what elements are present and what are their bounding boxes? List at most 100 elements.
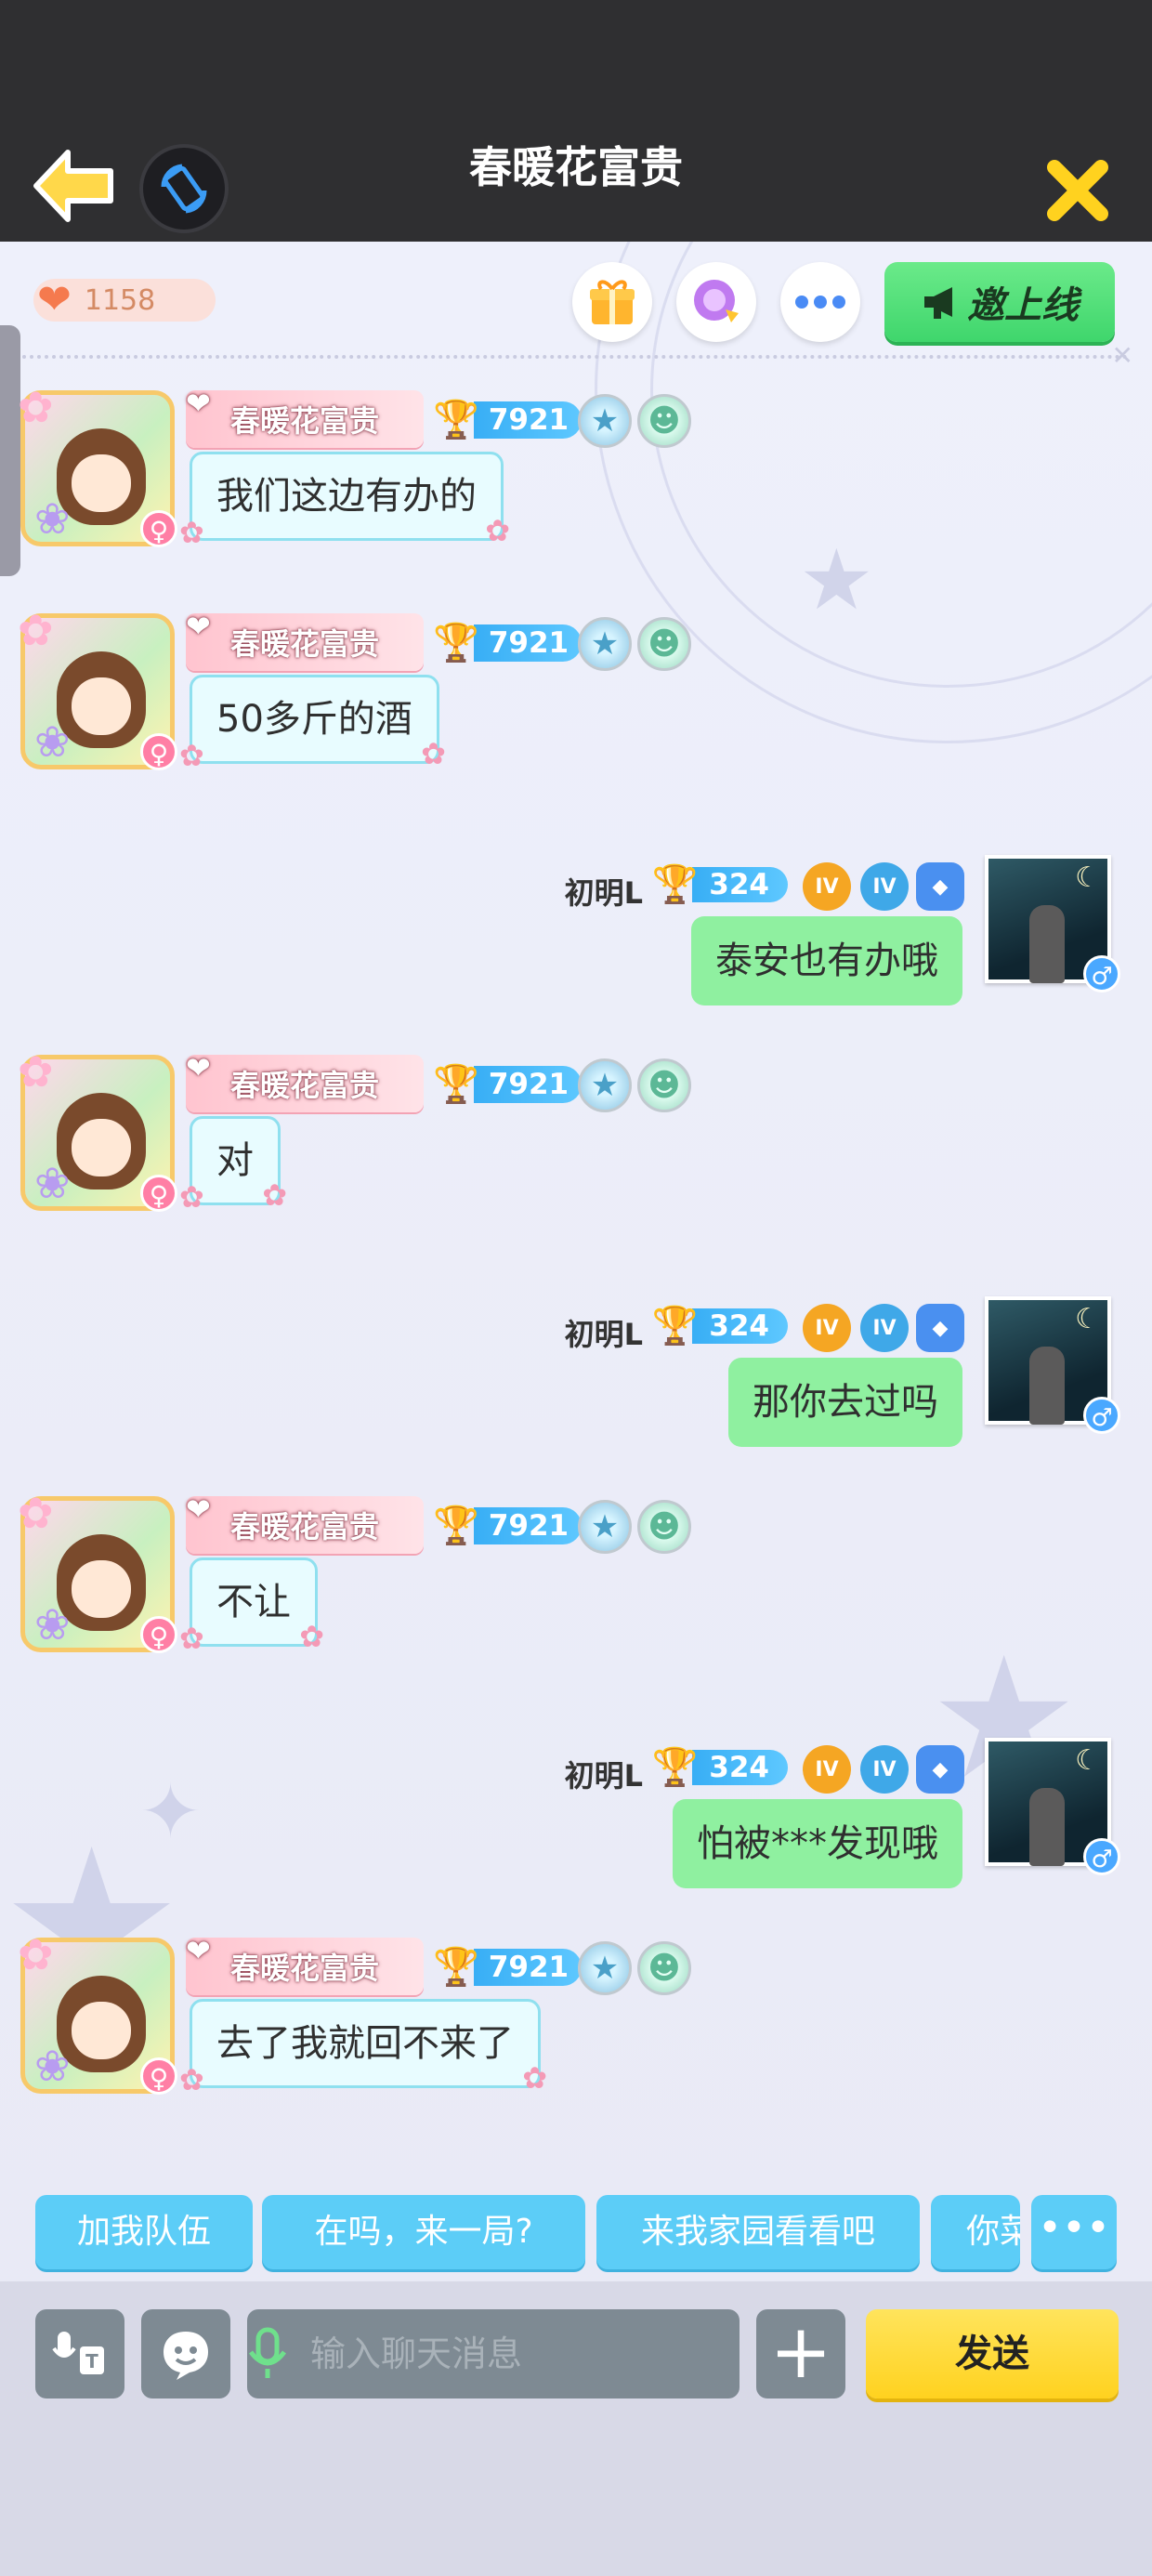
mask-medal-icon: ☻ [637, 1500, 691, 1554]
avatar[interactable]: ✿ ❀ ♀ [18, 386, 177, 547]
message-bubble[interactable]: 对 ✿ ✿ [179, 1116, 287, 1212]
plus-icon: + [769, 2308, 832, 2395]
emoji-icon [164, 2332, 208, 2380]
more-button[interactable] [780, 262, 860, 342]
chat-area[interactable]: ★ ★ ★ ✦ ❤ 1158 邀上线 ✕ ✿ ❀ ♀ ❤ 春暖花富贵 🏆 792… [0, 242, 1152, 2281]
male-icon: ♂ [1083, 1397, 1120, 1434]
hearts-counter: ❤ 1158 [33, 279, 216, 322]
moon-icon: ☾ [1075, 1744, 1100, 1777]
trophy-icon: 🏆 [651, 863, 699, 906]
heart-icon: ❤ [186, 386, 211, 421]
magic-orb-icon [694, 280, 739, 322]
level-number: 7921 [473, 1507, 583, 1544]
message-bubble[interactable]: 去了我就回不来了 ✿ ✿ [179, 1999, 547, 2095]
message-bubble[interactable]: 泰安也有办哦 [691, 916, 962, 1005]
magic-button[interactable] [676, 262, 756, 342]
heart-icon: ❤ [186, 1492, 211, 1527]
moon-icon: ☾ [1075, 861, 1100, 894]
top-bar: 春暖花富贵 [0, 0, 1152, 242]
star-medal-icon: ★ [578, 394, 632, 448]
message-bubble[interactable]: 怕被***发现哦 [673, 1799, 962, 1888]
moon-icon: ☾ [1075, 1303, 1100, 1335]
name-plate[interactable]: ❤ 春暖花富贵 [186, 1492, 424, 1554]
avatar-face [72, 677, 131, 735]
star-medal-icon: ★ [578, 1941, 632, 1995]
emoji-button[interactable] [141, 2309, 230, 2399]
message-bubble[interactable]: 那你去过吗 [728, 1358, 962, 1447]
plus-button[interactable]: + [756, 2309, 845, 2399]
side-pull-tab[interactable] [0, 325, 20, 576]
trophy-icon: 🏆 [651, 1746, 699, 1789]
level-number: 324 [692, 867, 788, 902]
flower-icon: ✿ [485, 513, 510, 548]
level-number: 7921 [473, 1066, 583, 1103]
quick-reply-chip[interactable]: 在吗，来一局? [262, 2195, 585, 2269]
avatar[interactable]: ✿ ❀ ♀ [18, 1933, 177, 2095]
close-icon[interactable]: ✕ [1112, 340, 1133, 371]
flower-icon: ✿ [421, 736, 446, 771]
mic-button[interactable] [247, 2309, 288, 2399]
message-text: 我们这边有办的 [216, 475, 477, 518]
chat-message-input[interactable] [288, 2309, 750, 2399]
send-button[interactable]: 发送 [866, 2309, 1119, 2399]
avatar-figure [1029, 1347, 1065, 1425]
avatar-face [72, 454, 131, 512]
close-button[interactable] [1041, 153, 1115, 228]
avatar[interactable]: ✿ ❀ ♀ [18, 1492, 177, 1653]
divider [22, 355, 1128, 359]
flower-icon: ❀ [34, 716, 71, 767]
heart-icon: ❤ [186, 1050, 211, 1085]
mask-medal-icon: ☻ [637, 617, 691, 671]
quick-reply-chip[interactable]: 加我队伍 [35, 2195, 253, 2269]
level-badge: 🏆 7921 [433, 621, 583, 665]
flower-icon: ❀ [34, 1158, 71, 1208]
quick-reply-chip[interactable]: 来我家园看看吧 [596, 2195, 920, 2269]
flower-icon: ✿ [522, 2060, 547, 2096]
microphone-icon [249, 2327, 286, 2378]
voice-to-text-button[interactable]: T [35, 2309, 124, 2399]
page-title: 春暖花富贵 [469, 142, 683, 192]
name-plate[interactable]: ❤ 春暖花富贵 [186, 386, 424, 448]
level-badge: 🏆 7921 [433, 398, 583, 442]
background-star-icon: ★ [799, 532, 874, 629]
quick-reply-chip[interactable]: 你菜 [931, 2195, 1020, 2269]
gift-button[interactable] [572, 262, 652, 342]
avatar[interactable]: ✿ ❀ ♀ [18, 609, 177, 770]
sender-name: 春暖花富贵 [229, 626, 379, 662]
hearts-icon: ❤ [37, 276, 72, 323]
flower-icon: ❀ [34, 1599, 71, 1649]
mask-medal-icon: ☻ [637, 1058, 691, 1112]
sender-name: 春暖花富贵 [229, 403, 379, 439]
message-bubble[interactable]: 不让 ✿ ✿ [179, 1557, 324, 1653]
message-bubble[interactable]: 50多斤的酒 ✿ ✿ [179, 675, 446, 770]
star-medal-icon: ★ [578, 1500, 632, 1554]
shield-badge-icon: ◆ [916, 1304, 964, 1352]
name-plate[interactable]: ❤ 春暖花富贵 [186, 1936, 424, 1995]
quick-reply-bar[interactable]: 加我队伍 在吗，来一局? 来我家园看看吧 你菜 ••• [0, 2175, 1152, 2281]
flower-icon: ❀ [34, 493, 71, 544]
flower-icon: ✿ [18, 1929, 54, 1979]
megaphone-icon [924, 287, 952, 319]
name-plate[interactable]: ❤ 春暖花富贵 [186, 611, 424, 671]
sender-name: 春暖花富贵 [229, 1509, 379, 1544]
hearts-count: 1158 [84, 283, 156, 317]
female-icon: ♀ [140, 1175, 177, 1212]
trophy-icon: 🏆 [433, 399, 479, 441]
more-icon [795, 296, 845, 309]
message-text: 对 [216, 1139, 254, 1182]
level-badge: 🏆 324 [651, 1747, 788, 1788]
rank-iv-blue-icon: IV [860, 1304, 909, 1352]
message-bubble[interactable]: 我们这边有办的 ✿ ✿ [179, 452, 510, 547]
invite-online-button[interactable]: 邀上线 [884, 262, 1115, 342]
flower-icon: ✿ [179, 1621, 204, 1656]
message-text: 怕被***发现哦 [697, 1822, 938, 1865]
flower-icon: ✿ [18, 605, 54, 655]
flower-icon: ✿ [179, 1179, 204, 1215]
chat-input-box[interactable] [247, 2309, 750, 2399]
avatar[interactable]: ✿ ❀ ♀ [18, 1050, 177, 1212]
flower-icon: ✿ [179, 738, 204, 773]
name-plate[interactable]: ❤ 春暖花富贵 [186, 1050, 424, 1112]
star-medal-icon: ★ [578, 617, 632, 671]
more-quick-replies-button[interactable]: ••• [1031, 2195, 1117, 2269]
more-icon: ••• [1038, 2204, 1110, 2252]
